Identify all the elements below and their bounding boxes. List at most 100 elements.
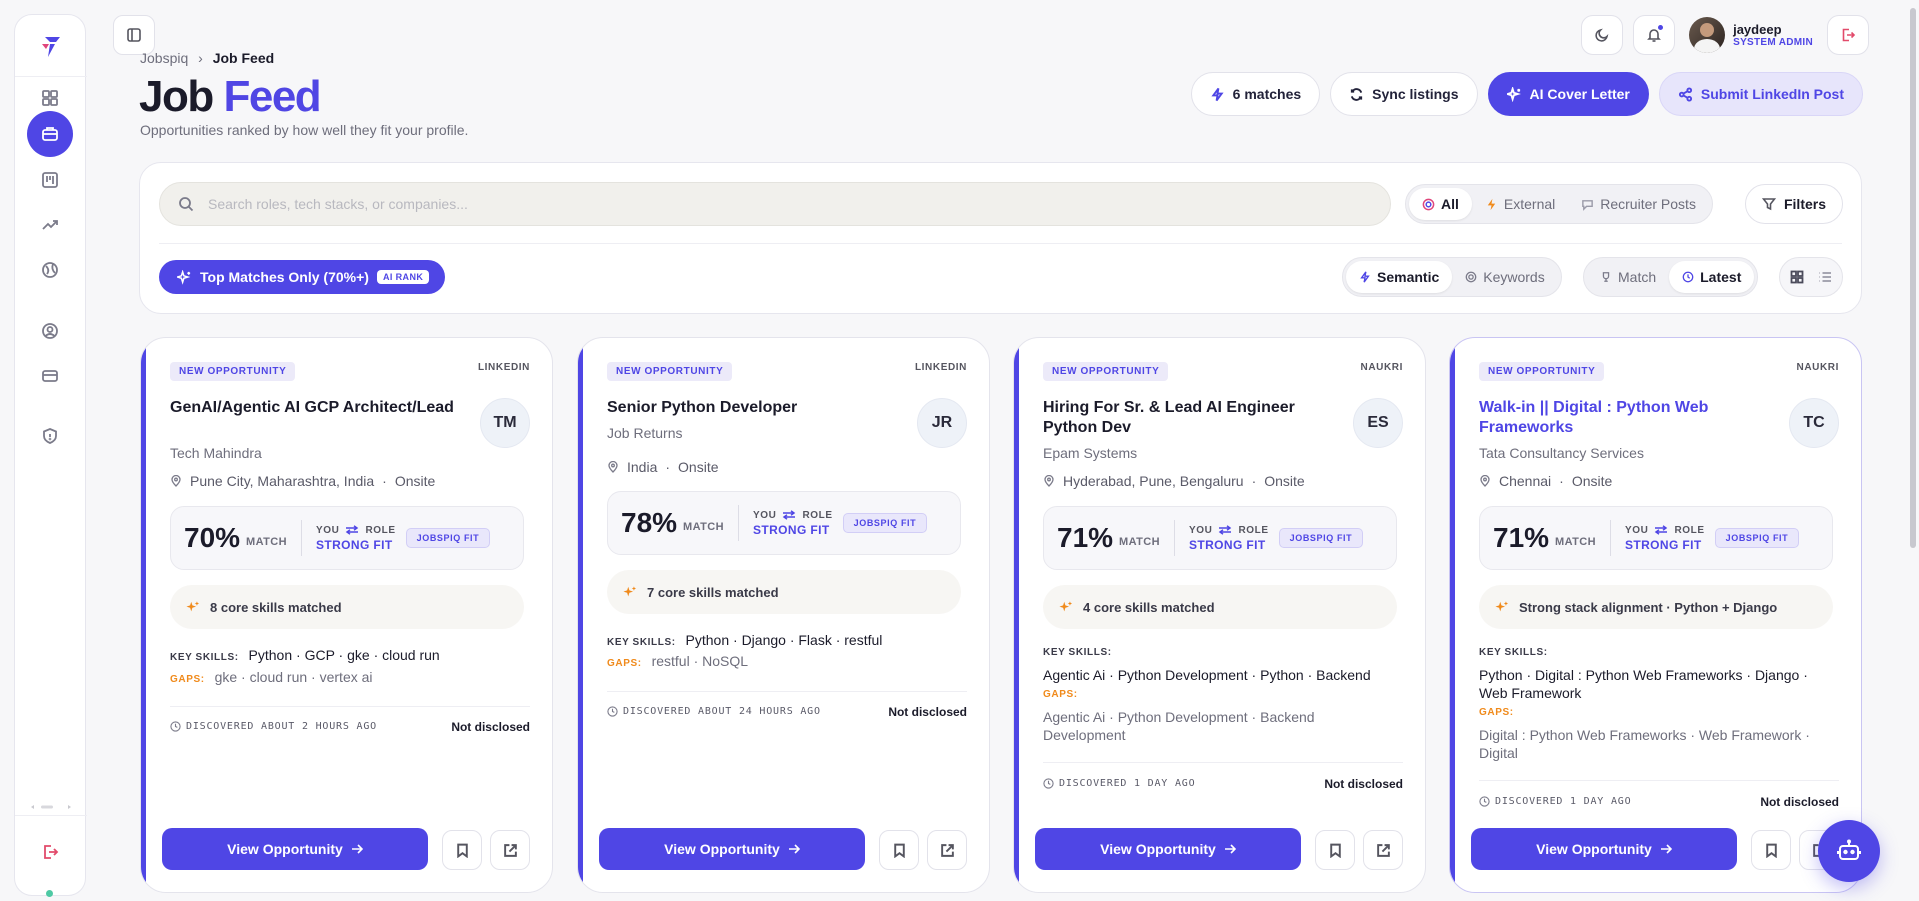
card-divider (607, 691, 967, 692)
chat-icon (1582, 199, 1594, 211)
job-card[interactable]: NEW OPPORTUNITY NAUKRI Walk-in || Digita… (1449, 337, 1862, 893)
sidebar-scrollbar[interactable] (29, 804, 73, 810)
mode-semantic-label: Semantic (1377, 269, 1440, 285)
save-job-button[interactable] (1315, 830, 1355, 870)
swap-icon (1219, 525, 1232, 535)
sidebar-item-explore[interactable] (27, 247, 73, 293)
user-menu[interactable]: jaydeep SYSTEM ADMIN (1685, 17, 1817, 53)
key-skills-label: KEY SKILLS: (1043, 647, 1112, 658)
jobspiq-fit-badge: JOBSPIQ FIT (842, 513, 928, 533)
company-logo: TM (480, 398, 530, 448)
search-icon (179, 197, 194, 212)
mode-keywords[interactable]: Keywords (1452, 261, 1557, 293)
job-location: Hyderabad, Pune, Bengaluru · Onsite (1043, 473, 1305, 489)
top-matches-label: Top Matches Only (70%+) (200, 269, 369, 285)
app-logo[interactable] (15, 15, 87, 77)
save-job-button[interactable] (1751, 830, 1791, 870)
sidebar-item-analytics[interactable] (27, 202, 73, 248)
sort-latest[interactable]: Latest (1669, 261, 1755, 293)
mode-semantic[interactable]: Semantic (1346, 261, 1453, 293)
source-filter-all[interactable]: All (1409, 188, 1472, 220)
arrow-right-icon (788, 844, 800, 854)
sidebar-item-profile[interactable] (27, 308, 73, 354)
top-matches-toggle[interactable]: Top Matches Only (70%+) AI RANK (159, 260, 446, 294)
job-source: LINKEDIN (914, 362, 967, 373)
gaps-value: gke · cloud run · vertex ai (214, 669, 373, 685)
theme-toggle-button[interactable] (1581, 15, 1624, 55)
view-opportunity-button[interactable]: View Opportunity (1035, 828, 1301, 870)
breadcrumb-root[interactable]: Jobspiq (140, 50, 188, 66)
location-text: Chennai (1499, 473, 1552, 489)
list-view-button[interactable] (1811, 261, 1839, 293)
ai-rank-badge: AI RANK (376, 270, 430, 284)
job-title[interactable]: Walk-in || Digital : Python Web Framewor… (1479, 398, 1779, 438)
fit-level: STRONG FIT (1188, 537, 1266, 552)
matches-button[interactable]: 6 matches (1190, 72, 1321, 116)
company-name: Tech Mahindra (170, 445, 262, 461)
job-title[interactable]: GenAI/Agentic AI GCP Architect/Lead (170, 398, 470, 418)
location-text: Pune City, Maharashtra, India (190, 473, 375, 489)
search-input[interactable] (208, 196, 1358, 212)
sidebar-item-board[interactable] (27, 157, 73, 203)
key-skills-value: Python · GCP · gke · cloud run (248, 647, 440, 663)
swap-icon (346, 525, 359, 535)
search-bar (159, 182, 1391, 226)
open-external-button[interactable] (1363, 830, 1403, 870)
job-card[interactable]: NEW OPPORTUNITY LINKEDIN Senior Python D… (577, 337, 990, 893)
logout-icon (1842, 28, 1856, 42)
sidebar-item-security[interactable] (27, 413, 73, 459)
page-scrollbar[interactable] (1910, 8, 1916, 548)
discovered-time: DISCOVERED ABOUT 24 HOURS AGO (607, 706, 821, 717)
insight-chip: 8 core skills matched (170, 585, 524, 629)
view-opportunity-button[interactable]: View Opportunity (162, 828, 428, 870)
match-divider (1609, 520, 1611, 556)
jobspiq-fit-badge: JOBSPIQ FIT (1278, 528, 1364, 548)
new-opportunity-badge: NEW OPPORTUNITY (607, 362, 733, 381)
header-logout-button[interactable] (1827, 15, 1869, 55)
source-filter-external[interactable]: External (1472, 188, 1568, 220)
view-opportunity-label: View Opportunity (227, 841, 343, 857)
card-divider (170, 706, 530, 707)
key-skills: KEY SKILLS: Python · Django · Flask · re… (607, 631, 967, 652)
status-indicator (46, 890, 53, 897)
map-pin-icon (608, 461, 618, 473)
matches-label: 6 matches (1232, 86, 1302, 102)
job-card[interactable]: NEW OPPORTUNITY NAUKRI Hiring For Sr. & … (1013, 337, 1426, 893)
key-skills-value: Python · Django · Flask · restful (685, 632, 883, 648)
view-opportunity-button[interactable]: View Opportunity (1471, 828, 1737, 870)
job-title[interactable]: Senior Python Developer (607, 398, 907, 418)
clock-icon (1682, 271, 1694, 283)
job-title[interactable]: Hiring For Sr. & Lead AI Engineer Python… (1043, 398, 1343, 438)
sparkles-icon (1506, 86, 1521, 102)
submit-linkedin-post-button[interactable]: Submit LinkedIn Post (1658, 72, 1863, 116)
sidebar-toggle-button[interactable] (113, 15, 155, 55)
sort-match[interactable]: Match (1587, 261, 1669, 293)
sync-listings-button[interactable]: Sync listings (1330, 72, 1478, 116)
filters-button[interactable]: Filters (1744, 184, 1843, 224)
sidebar-item-jobs[interactable] (27, 111, 73, 157)
open-external-button[interactable] (927, 830, 967, 870)
grid-view-button[interactable] (1783, 261, 1811, 293)
sidebar-item-billing[interactable] (27, 353, 73, 399)
new-opportunity-badge: NEW OPPORTUNITY (1043, 362, 1169, 381)
salary: Not disclosed (1760, 795, 1839, 809)
sidebar-logout[interactable] (27, 829, 73, 875)
discovered-text: DISCOVERED ABOUT 2 HOURS AGO (186, 721, 377, 732)
location-text: Hyderabad, Pune, Bengaluru (1063, 473, 1244, 489)
view-opportunity-label: View Opportunity (1100, 841, 1216, 857)
user-role: SYSTEM ADMIN (1733, 37, 1813, 48)
job-card[interactable]: NEW OPPORTUNITY LINKEDIN GenAI/Agentic A… (140, 337, 553, 893)
work-mode: Onsite (678, 459, 719, 475)
open-external-button[interactable] (490, 830, 530, 870)
ai-cover-letter-button[interactable]: AI Cover Letter (1487, 72, 1649, 116)
source-filter-recruiter[interactable]: Recruiter Posts (1568, 188, 1709, 220)
match-summary: 71% MATCH YOU ROLE STRONG FIT JOBSPIQ FI… (1479, 506, 1833, 570)
notifications-button[interactable] (1633, 15, 1676, 55)
you-role-label: YOU ROLE (1625, 525, 1705, 536)
save-job-button[interactable] (879, 830, 919, 870)
refresh-icon (1351, 87, 1363, 101)
view-opportunity-button[interactable]: View Opportunity (599, 828, 865, 870)
save-job-button[interactable] (442, 830, 482, 870)
ai-assistant-button[interactable] (1818, 820, 1880, 882)
new-opportunity-badge: NEW OPPORTUNITY (1479, 362, 1605, 381)
